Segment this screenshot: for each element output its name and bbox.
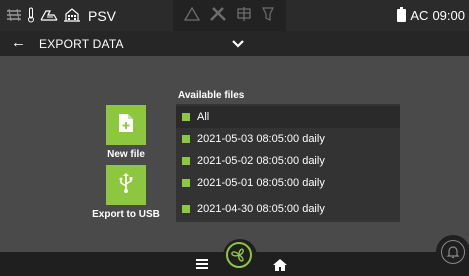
battery-icon [397,7,407,22]
new-file-tile[interactable] [106,105,146,145]
building-icon [63,7,81,24]
clock: 09:00 [432,8,465,23]
file-item-label: 2021-05-01 08:05:00 daily [197,177,325,189]
home-icon[interactable] [273,258,287,271]
status-left: PSV [6,0,116,31]
export-usb-label: Export to USB [92,209,160,220]
fan-service-icon[interactable] [236,6,252,25]
new-file-button[interactable]: New file [100,105,152,160]
list-item[interactable]: 2021-05-02 08:05:00 daily [176,150,400,172]
checkbox-icon [182,157,190,165]
usb-icon [117,172,135,199]
thermometer-icon [27,7,35,25]
menu-icon[interactable] [196,259,208,269]
file-item-label: 2021-05-03 08:05:00 daily [197,133,325,145]
file-item-label: 2021-05-02 08:05:00 daily [197,155,325,167]
page-title: EXPORT DATA [39,37,124,51]
export-usb-button[interactable]: Export to USB [81,165,171,220]
list-item[interactable]: 2021-05-01 08:05:00 daily [176,172,400,194]
chevron-down-icon[interactable] [229,33,247,53]
title-bar: ← EXPORT DATA [0,31,469,56]
checkbox-icon [182,205,190,213]
new-file-icon [118,113,134,138]
tools-icon[interactable] [209,6,227,25]
file-item-label: All [197,111,210,123]
alarm-button[interactable] [436,235,469,269]
airflow-icon [40,9,58,23]
heat-exchanger-icon [6,8,22,24]
file-item-all[interactable]: All [176,106,400,128]
arrow-left-icon[interactable]: ← [11,34,26,52]
new-file-label: New file [107,149,145,160]
fan-button[interactable] [223,239,257,273]
warning-triangle-icon[interactable] [183,6,201,24]
status-right: AC 09:00 [397,0,465,31]
alarm-bell-icon [441,240,465,264]
export-usb-tile[interactable] [106,165,146,205]
checkbox-icon [182,135,190,143]
file-item-label: 2021-04-30 08:05:00 daily [197,203,325,215]
checkbox-icon [182,113,190,121]
file-list: All 2021-05-03 08:05:00 daily 2021-05-02… [176,104,400,222]
list-item[interactable]: 2021-04-30 08:05:00 daily [176,198,400,220]
power-label: AC [410,8,429,23]
fan-icon [226,242,252,268]
status-center [173,0,286,31]
filter-icon[interactable] [261,6,275,25]
files-heading: Available files [178,90,245,101]
unit-name: PSV [88,7,117,24]
status-bar: PSV AC 09:00 [0,0,469,31]
checkbox-icon [182,179,190,187]
list-item[interactable]: 2021-05-03 08:05:00 daily [176,128,400,150]
